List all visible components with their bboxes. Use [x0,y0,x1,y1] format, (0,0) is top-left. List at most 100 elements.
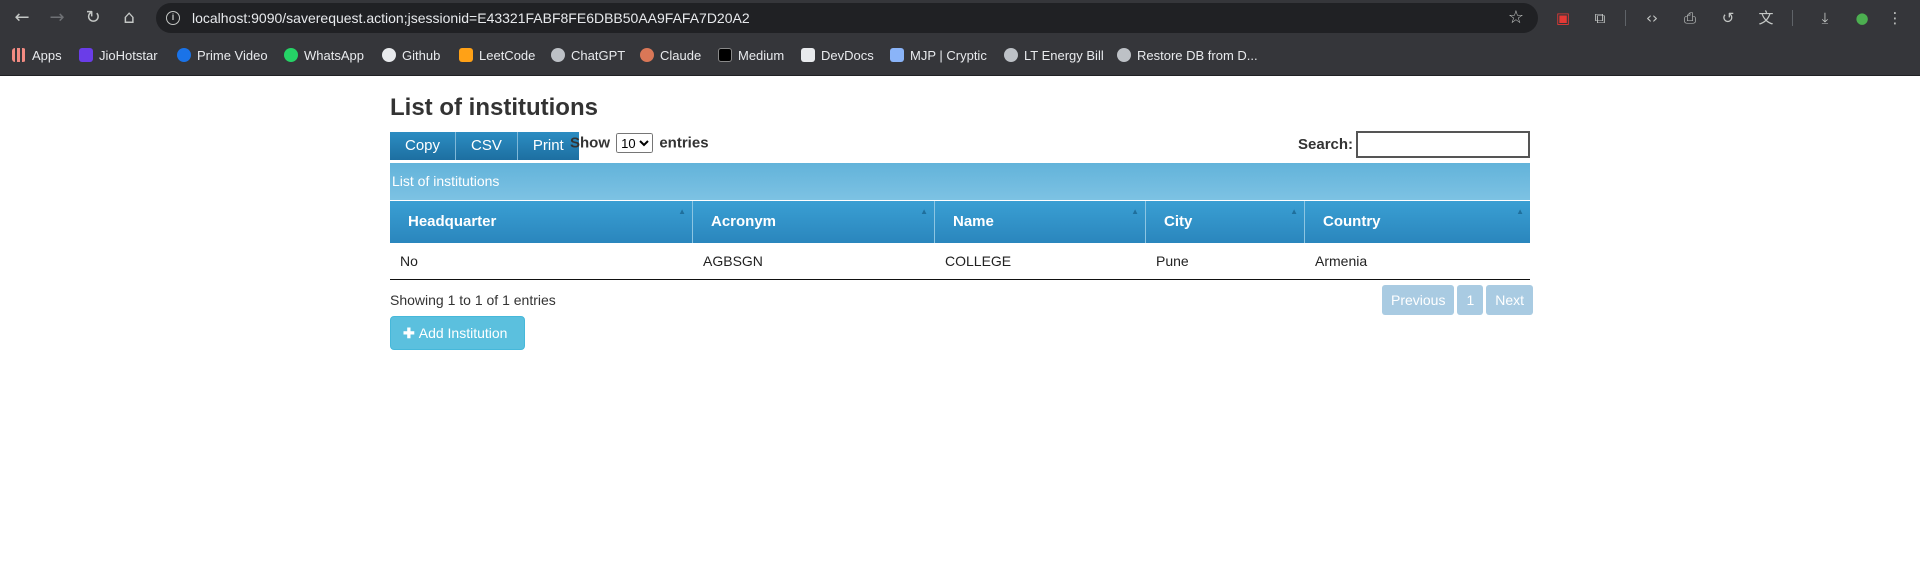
bookmark-label: Medium [738,48,785,63]
menu-kebab-icon[interactable]: ⋮ [1885,8,1905,28]
page-title: List of institutions [390,94,598,121]
bookmark-label: Prime Video [197,48,268,63]
column-label: Name [953,213,994,230]
csv-button[interactable]: CSV [456,132,518,160]
translate-icon[interactable]: 文 [1756,8,1776,28]
bookmark-whatsapp[interactable]: WhatsApp [284,36,364,76]
sort-icon: ▲ [678,207,686,216]
sort-icon: ▲ [1131,207,1139,216]
bookmark-mjp[interactable]: MJP | Cryptic [890,36,987,76]
entries-label: entries [659,134,709,152]
leetcode-icon [459,48,473,62]
column-label: Headquarter [408,213,497,230]
history-icon[interactable]: ↺ [1718,8,1738,28]
bookmark-claude[interactable]: Claude [640,36,701,76]
cell-acronym: AGBSGN [703,253,763,269]
apps-grid-icon [12,48,26,62]
bookmark-label: DevDocs [821,48,874,63]
bookmark-github[interactable]: Github [382,36,440,76]
bookmark-label: WhatsApp [304,48,364,63]
add-institution-button[interactable]: ✚ Add Institution [390,316,525,350]
entries-select[interactable]: 10 [616,133,654,153]
bookmark-label: MJP | Cryptic [910,48,987,63]
bookmark-label: Github [402,48,441,63]
bookmarks-bar: Apps JioHotstar Prime Video WhatsApp Git… [0,36,1920,76]
previous-button[interactable]: Previous [1382,285,1455,315]
cell-headquarter: No [400,253,418,269]
jiohotstar-icon [79,48,93,62]
search-label: Search: [1298,136,1354,153]
github-icon [382,48,396,62]
search-input[interactable] [1356,131,1530,158]
bookmark-label: JioHotstar [99,48,158,63]
whatsapp-icon [284,48,298,62]
pagination: Previous 1 Next [1382,285,1534,315]
page-1-button[interactable]: 1 [1457,285,1484,315]
browser-toolbar: ← → ↻ ⌂ i localhost:9090/saverequest.act… [0,0,1920,36]
bookmark-apps[interactable]: Apps [12,36,62,76]
toolbar-divider [1625,10,1626,26]
sort-icon: ▲ [1516,207,1524,216]
reload-icon[interactable]: ↻ [81,6,105,30]
export-button-group: Copy CSV Print [390,132,579,160]
bookmark-label: Restore DB from D... [1137,48,1258,63]
column-header-name[interactable]: Name ▲ [935,201,1146,243]
url-text[interactable]: localhost:9090/saverequest.action;jsessi… [192,3,750,33]
next-button[interactable]: Next [1486,285,1534,315]
extensions-icon[interactable]: ⧉ [1590,8,1610,28]
cell-city: Pune [1156,253,1189,269]
mjp-icon [890,48,904,62]
prime-video-icon [177,48,191,62]
sort-icon: ▲ [920,207,928,216]
home-icon[interactable]: ⌂ [117,6,141,30]
toolbar-divider [1792,10,1793,26]
bookmark-jiohotstar[interactable]: JioHotstar [79,36,158,76]
bookmark-devdocs[interactable]: DevDocs [801,36,874,76]
site-info-icon[interactable]: i [166,11,180,25]
bookmark-label: LT Energy Bill [1024,48,1104,63]
print-icon[interactable]: ⎙ [1680,8,1700,28]
bookmark-leetcode[interactable]: LeetCode [459,36,535,76]
column-header-acronym[interactable]: Acronym ▲ [693,201,935,243]
bookmark-medium[interactable]: Medium [718,36,784,76]
column-label: Country [1323,213,1381,230]
table-row[interactable]: No AGBSGN COLLEGE Pune Armenia [390,244,1530,280]
column-header-city[interactable]: City ▲ [1146,201,1305,243]
forward-icon[interactable]: → [45,6,69,30]
claude-icon [640,48,654,62]
restore-db-icon [1117,48,1131,62]
sort-icon: ▲ [1290,207,1298,216]
plus-icon: ✚ [403,325,415,341]
cell-country: Armenia [1315,253,1368,269]
address-bar[interactable]: i localhost:9090/saverequest.action;jses… [156,3,1538,33]
cell-name: COLLEGE [945,253,1012,269]
show-label: Show [570,134,610,152]
entries-length-control: Show 10 entries [570,133,709,154]
column-label: City [1164,213,1193,230]
add-institution-label: Add Institution [418,325,508,341]
column-label: Acronym [711,213,777,230]
devdocs-icon [801,48,815,62]
bookmark-star-icon[interactable]: ☆ [1508,6,1524,30]
bookmark-lt-energy[interactable]: LT Energy Bill [1004,36,1104,76]
devtools-icon[interactable]: ‹› [1642,8,1662,28]
lt-energy-icon [1004,48,1018,62]
profile-avatar-icon[interactable]: ● [1852,8,1872,28]
column-header-country[interactable]: Country ▲ [1305,201,1530,243]
table-info: Showing 1 to 1 of 1 entries [390,292,556,308]
medium-icon [718,48,732,62]
column-header-headquarter[interactable]: Headquarter ▲ [390,201,693,243]
pdf-extension-icon[interactable]: ▣ [1553,8,1573,28]
bookmark-label: ChatGPT [571,48,626,63]
bookmark-prime-video[interactable]: Prime Video [177,36,268,76]
bookmark-label: Claude [660,48,702,63]
download-icon[interactable]: ⤓ [1815,8,1835,28]
table-caption: List of institutions [390,163,1530,200]
bookmark-label: LeetCode [479,48,536,63]
back-icon[interactable]: ← [10,6,34,30]
bookmark-chatgpt[interactable]: ChatGPT [551,36,625,76]
copy-button[interactable]: Copy [390,132,457,160]
chatgpt-icon [551,48,565,62]
table-header: Headquarter ▲ Acronym ▲ Name ▲ City ▲ Countr… [390,201,1530,243]
bookmark-restore-db[interactable]: Restore DB from D... [1117,36,1258,76]
